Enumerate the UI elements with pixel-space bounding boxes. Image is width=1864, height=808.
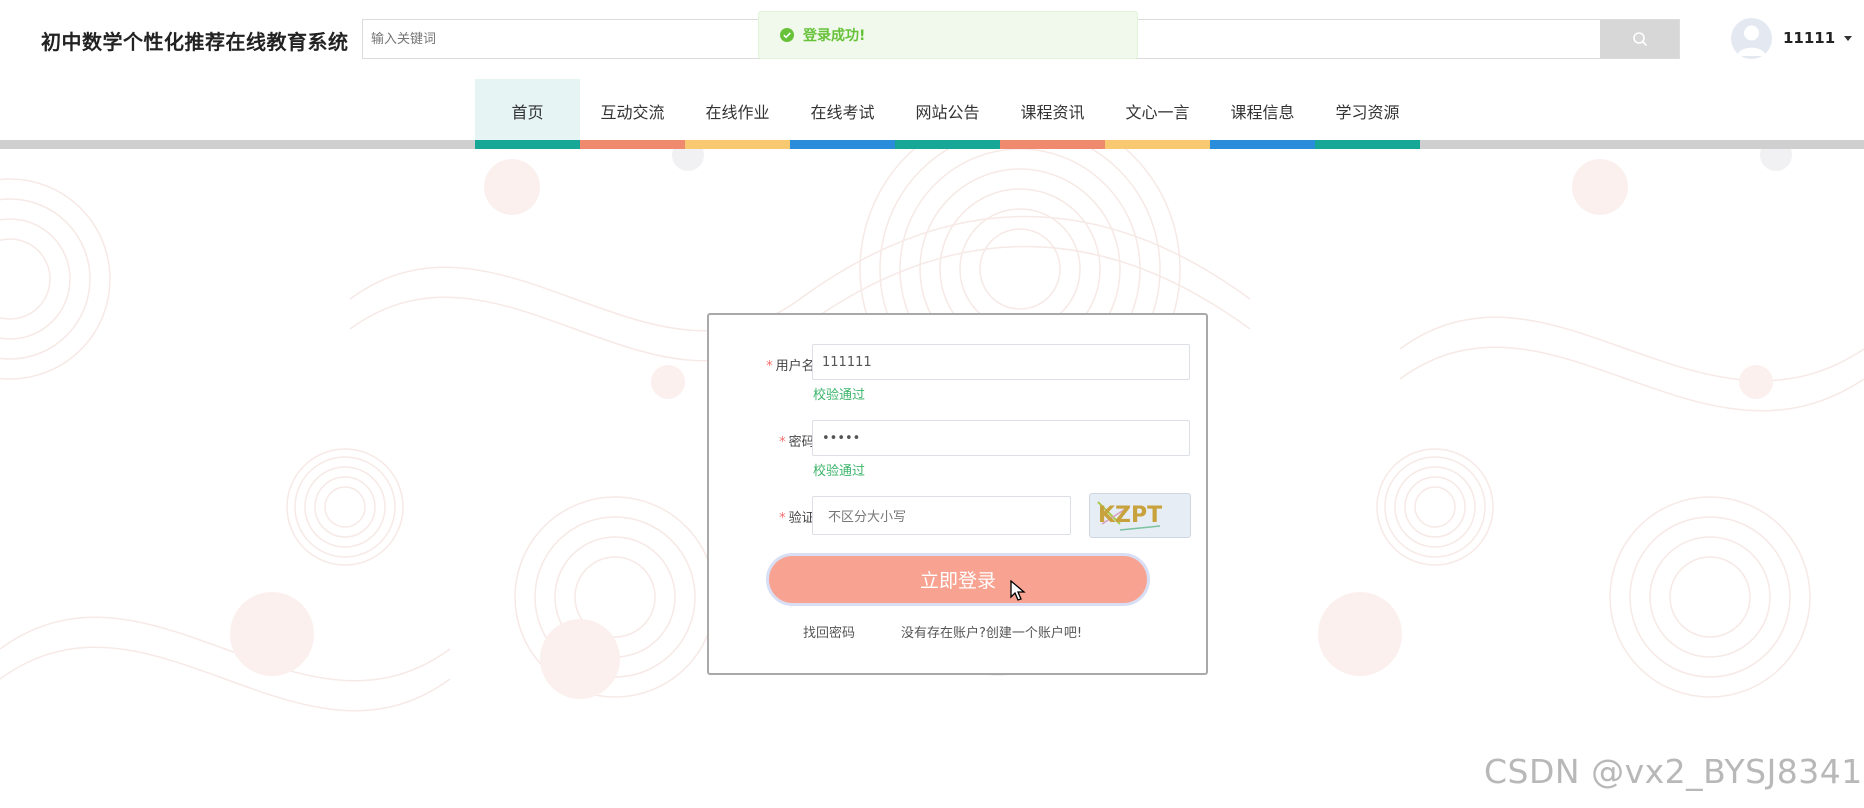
search-icon	[1632, 32, 1647, 47]
username-field[interactable]: 111111	[812, 344, 1190, 380]
required-mark: *	[779, 435, 786, 450]
nav-item-wenxin[interactable]: 文心一言	[1105, 79, 1210, 149]
captcha-image[interactable]: KZPT	[1089, 493, 1191, 538]
nav-stripe	[1105, 140, 1210, 149]
user-menu[interactable]: 11111	[1731, 17, 1853, 59]
password-label: * 密码:	[739, 431, 819, 450]
nav-stripe	[580, 140, 685, 149]
toast-message: 登录成功!	[803, 28, 866, 44]
nav-item-exam[interactable]: 在线考试	[790, 79, 895, 149]
login-button[interactable]: 立即登录	[766, 553, 1150, 606]
nav-stripe	[790, 140, 895, 149]
username-valid-hint: 校验通过	[813, 388, 866, 403]
login-card: * 用户名: 111111 校验通过 * 密码: ••••• 校验通过 * 验证: 不…	[707, 313, 1208, 675]
user-name: 11111	[1783, 29, 1836, 47]
nav-item-homework[interactable]: 在线作业	[685, 79, 790, 149]
main-nav: 首页 互动交流 在线作业 在线考试 网站公告 课程资讯 文心一言 课程信息 学习…	[475, 79, 1420, 149]
nav-item-home[interactable]: 首页	[475, 79, 580, 149]
password-value: •••••	[822, 430, 861, 446]
site-title: 初中数学个性化推荐在线教育系统	[41, 30, 349, 54]
login-button-label: 立即登录	[919, 570, 996, 592]
password-valid-hint: 校验通过	[813, 464, 866, 479]
user-avatar-icon	[1737, 25, 1766, 56]
username-value: 111111	[822, 354, 872, 370]
nav-stripe	[1000, 140, 1105, 149]
captcha-label: * 验证:	[739, 507, 819, 526]
nav-item-announcements[interactable]: 网站公告	[895, 79, 1000, 149]
nav-item-course-info[interactable]: 课程信息	[1210, 79, 1315, 149]
nav-stripe	[1315, 140, 1420, 149]
password-field[interactable]: •••••	[812, 420, 1190, 456]
nav-stripe	[895, 140, 1000, 149]
register-link[interactable]: 没有存在账户?创建一个账户吧!	[901, 622, 1082, 641]
avatar	[1731, 17, 1772, 59]
nav-item-course-news[interactable]: 课程资讯	[1000, 79, 1105, 149]
success-toast: 登录成功!	[758, 11, 1138, 59]
nav-stripe	[685, 140, 790, 149]
captcha-text: KZPT	[1098, 503, 1162, 528]
required-mark: *	[779, 511, 786, 526]
captcha-placeholder: 不区分大小写	[828, 510, 907, 525]
nav-stripe	[1210, 140, 1315, 149]
check-circle-icon	[780, 28, 794, 42]
username-label: * 用户名:	[739, 355, 819, 374]
forgot-password-link[interactable]: 找回密码	[803, 622, 855, 641]
captcha-graphic: KZPT	[1097, 501, 1162, 531]
search-button[interactable]	[1600, 20, 1679, 58]
watermark: CSDN @vx2_BYSJ8341	[1484, 752, 1863, 791]
nav-item-resources[interactable]: 学习资源	[1315, 79, 1420, 149]
required-mark: *	[766, 359, 773, 374]
nav-stripe	[475, 140, 580, 149]
mouse-cursor-icon	[1010, 580, 1026, 601]
captcha-input[interactable]: 不区分大小写	[812, 496, 1071, 535]
chevron-down-icon	[1844, 35, 1853, 41]
nav-item-forum[interactable]: 互动交流	[580, 79, 685, 149]
